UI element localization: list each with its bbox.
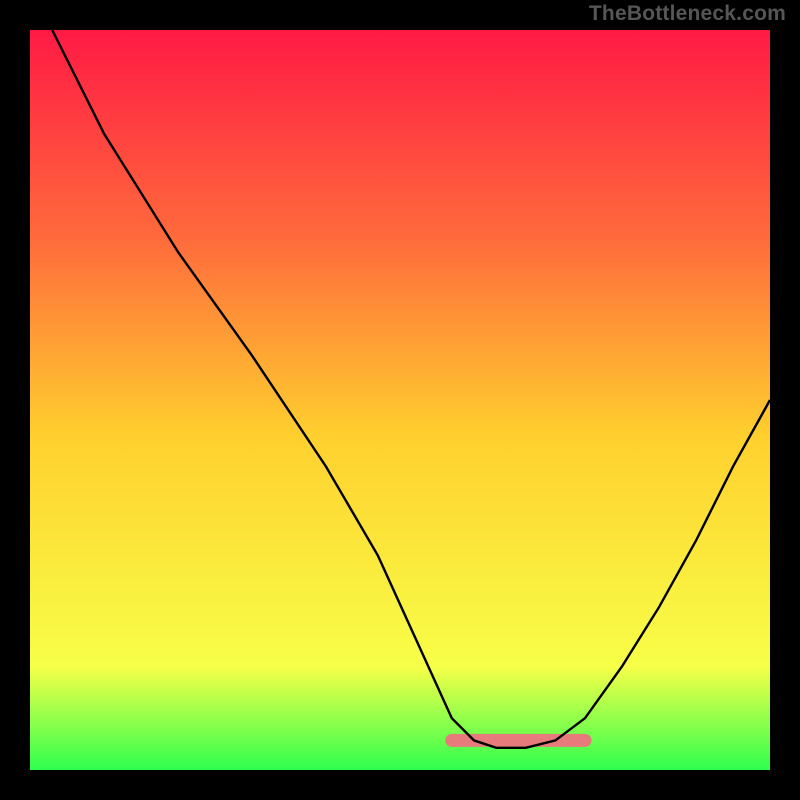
gradient-background bbox=[30, 30, 770, 770]
watermark-text: TheBottleneck.com bbox=[589, 2, 786, 26]
bottleneck-chart bbox=[30, 30, 770, 770]
chart-svg bbox=[30, 30, 770, 770]
